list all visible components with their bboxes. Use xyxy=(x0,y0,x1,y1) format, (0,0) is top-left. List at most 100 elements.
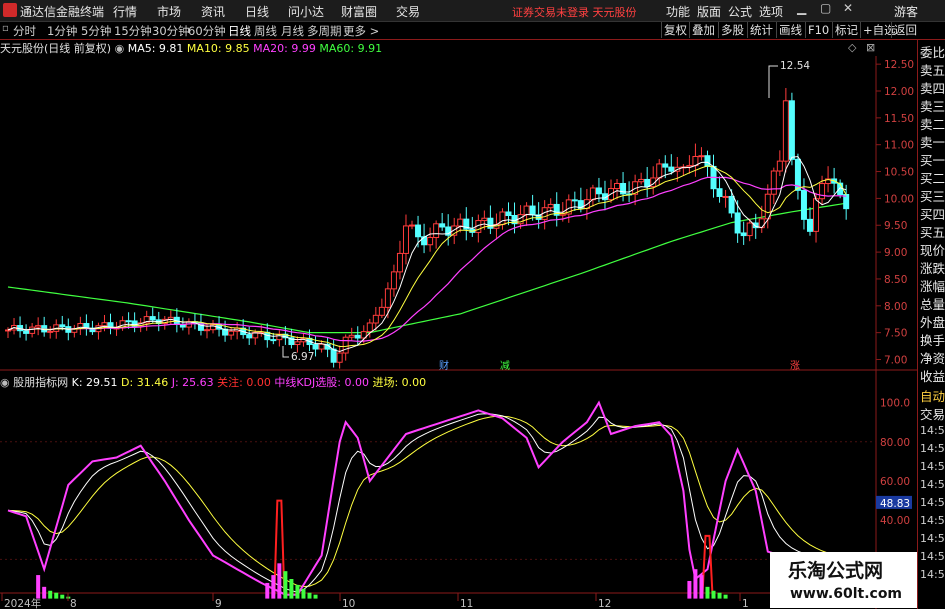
candle-body xyxy=(716,188,723,197)
side-tab-sell4[interactable]: 卖四 xyxy=(920,78,945,97)
candle-body xyxy=(734,212,741,234)
candle-body xyxy=(203,329,210,332)
kdj-axis-label: 40.00 xyxy=(880,515,910,527)
candle-body xyxy=(800,189,807,220)
candle-body xyxy=(427,237,434,246)
ma-info-bar: 天元股份(日线 前复权) ◉ MA5: 9.81 MA10: 9.85 MA20… xyxy=(0,40,382,56)
side-tab-earnings[interactable]: 收益 xyxy=(920,366,945,385)
tab-intraday[interactable]: 分时 xyxy=(13,23,36,39)
side-tab-weibi[interactable]: 委比 xyxy=(920,42,945,61)
menu-item-options[interactable]: 选项 xyxy=(759,3,783,20)
side-tab-auto[interactable]: 自动 xyxy=(920,386,945,405)
candle-body xyxy=(704,155,711,167)
side-tab-sell5[interactable]: 卖五 xyxy=(920,60,945,79)
tab-monthly[interactable]: 月线 xyxy=(281,23,304,39)
side-tab-buy4[interactable]: 买四 xyxy=(920,204,945,223)
diamond-icon[interactable]: ◇ xyxy=(848,41,856,54)
menu-item-layout[interactable]: 版面 xyxy=(697,3,721,20)
signal-histogram-bar xyxy=(307,592,312,599)
maximize-icon[interactable]: ▢ xyxy=(820,1,831,15)
adjust-button[interactable]: 复权 xyxy=(661,22,689,38)
settings-icon[interactable]: ◉ xyxy=(115,42,125,55)
signal-histogram-bar xyxy=(295,584,300,599)
side-tab-turnover[interactable]: 换手 xyxy=(920,330,945,349)
tab-60min[interactable]: 60分钟 xyxy=(188,23,226,39)
menu-item-daily[interactable]: 日线 xyxy=(245,3,269,20)
event-mark-zhang[interactable]: 涨 xyxy=(790,360,800,372)
menu-item-ask[interactable]: 问小达 xyxy=(288,3,324,20)
tab-daily[interactable]: 日线 xyxy=(228,23,251,39)
chart-area[interactable]: 12.50 12.00 11.50 11.00 10.50 10.00 9.50 9.00 8.… xyxy=(0,56,917,609)
candle-body xyxy=(415,224,422,238)
candle-body xyxy=(396,252,403,273)
signal-histogram-bar xyxy=(271,575,276,599)
menu-item-formula[interactable]: 公式 xyxy=(728,3,752,20)
overlay-button[interactable]: 叠加 xyxy=(689,22,717,38)
candle-body xyxy=(668,166,675,172)
app-logo-icon xyxy=(3,3,17,17)
candle-body xyxy=(662,163,669,168)
candle-body xyxy=(819,183,826,200)
tab-weekly[interactable]: 周线 xyxy=(254,23,277,39)
side-tab-outer[interactable]: 外盘 xyxy=(920,312,945,331)
tab-30min[interactable]: 30分钟 xyxy=(152,23,190,39)
side-tab-trade[interactable]: 交易 xyxy=(920,404,945,423)
signal-histogram-bar xyxy=(42,586,47,599)
candle-body xyxy=(698,155,705,158)
candle-body xyxy=(758,218,765,229)
mark-button[interactable]: 标记 xyxy=(832,22,860,38)
stats-button[interactable]: 统计 xyxy=(747,22,775,38)
tab-multi-period[interactable]: 多周期 xyxy=(307,23,342,39)
guest-label[interactable]: 游客 xyxy=(894,3,918,20)
back-button[interactable]: 返回 xyxy=(891,22,919,38)
side-tab-change[interactable]: 涨跌 xyxy=(920,258,945,277)
menu-item-market[interactable]: 市场 xyxy=(157,3,181,20)
side-tab-buy5[interactable]: 买五 xyxy=(920,222,945,241)
menu-item-function[interactable]: 功能 xyxy=(666,3,690,20)
menu-item-quotes[interactable]: 行情 xyxy=(113,3,137,20)
close-icon[interactable]: ✕ xyxy=(843,1,853,15)
candle-body xyxy=(499,211,506,226)
event-mark-cai[interactable]: 财 xyxy=(439,359,449,372)
draw-line-button[interactable]: 画线 xyxy=(776,22,804,38)
panel-close-icon[interactable]: ⊠ xyxy=(866,41,875,54)
event-mark-jian[interactable]: 减 xyxy=(500,360,510,372)
candle-body xyxy=(529,205,536,216)
menu-item-trade[interactable]: 交易 xyxy=(396,3,420,20)
signal-histogram-bar xyxy=(313,594,318,599)
tab-more[interactable]: 更多 > xyxy=(343,23,379,39)
menu-item-wealth[interactable]: 财富圈 xyxy=(341,3,377,20)
f10-button[interactable]: F10 xyxy=(805,22,831,38)
tab-15min[interactable]: 15分钟 xyxy=(114,23,152,39)
tab-1min[interactable]: 1分钟 xyxy=(47,23,77,39)
candle-body xyxy=(782,100,789,162)
time-axis-label: 8 xyxy=(70,598,77,609)
side-tab-buy1[interactable]: 买一 xyxy=(920,150,945,169)
tick-time: 14:56 xyxy=(920,478,945,491)
signal-histogram-bar xyxy=(36,575,41,599)
stock-label[interactable]: 天元股份(日线 前复权) xyxy=(0,42,111,55)
tab-5min[interactable]: 5分钟 xyxy=(81,23,111,39)
signal-histogram-bar xyxy=(723,594,728,599)
side-tab-pct[interactable]: 涨幅 xyxy=(920,276,945,295)
side-tab-buy2[interactable]: 买二 xyxy=(920,168,945,187)
candle-body xyxy=(294,341,301,346)
candle-body xyxy=(228,330,235,336)
side-tab-buy3[interactable]: 买三 xyxy=(920,186,945,205)
menu-bar: 通达信金融终端 行情 市场 资讯 日线 问小达 财富圈 交易 证券交易未登录 天… xyxy=(0,0,945,22)
side-tab-sell1[interactable]: 卖一 xyxy=(920,132,945,151)
side-tab-sell3[interactable]: 卖三 xyxy=(920,96,945,115)
candle-body xyxy=(813,198,820,232)
menu-item-news[interactable]: 资讯 xyxy=(201,3,225,20)
minimize-icon[interactable]: ▁ xyxy=(797,1,806,15)
multi-stock-button[interactable]: 多股 xyxy=(718,22,746,38)
login-warning[interactable]: 证券交易未登录 天元股份 xyxy=(512,4,637,20)
ma60-value: MA60: 9.91 xyxy=(319,42,383,55)
side-tab-price[interactable]: 现价 xyxy=(920,240,945,259)
candle-body xyxy=(644,178,651,188)
side-tab-sell2[interactable]: 卖二 xyxy=(920,114,945,133)
candle-body xyxy=(354,334,361,339)
side-tab-netasset[interactable]: 净资 xyxy=(920,348,945,367)
side-tab-volume[interactable]: 总量 xyxy=(920,294,945,313)
signal-histogram-bar xyxy=(48,590,53,599)
